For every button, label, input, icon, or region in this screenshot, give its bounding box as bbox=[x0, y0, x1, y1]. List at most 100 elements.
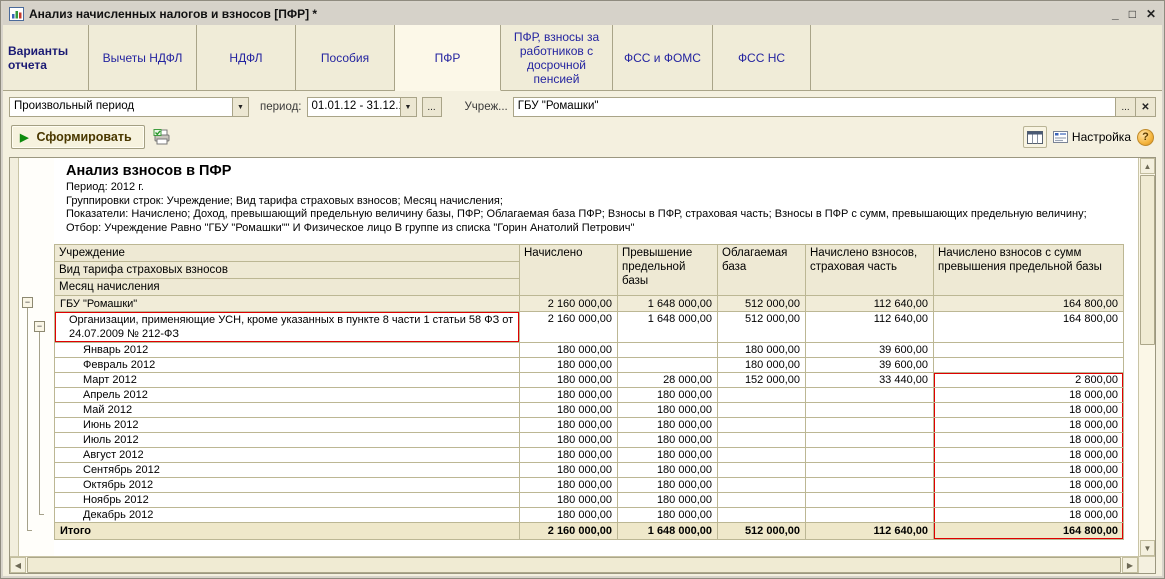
row-value[interactable]: 18 000,00 bbox=[934, 388, 1124, 403]
row-value[interactable] bbox=[718, 478, 806, 493]
row-value[interactable]: 112 640,00 bbox=[806, 296, 934, 312]
horizontal-scrollbar[interactable]: ◀ ▶ bbox=[10, 556, 1138, 573]
row-value[interactable]: 164 800,00 bbox=[934, 312, 1124, 343]
table-row[interactable]: Май 2012180 000,00180 000,0018 000,00 bbox=[55, 403, 1124, 418]
tab-4[interactable]: Пособия bbox=[296, 25, 395, 91]
row-value[interactable] bbox=[718, 508, 806, 523]
row-value[interactable] bbox=[718, 418, 806, 433]
row-value[interactable]: 18 000,00 bbox=[934, 433, 1124, 448]
row-value[interactable] bbox=[934, 358, 1124, 373]
row-value[interactable] bbox=[934, 343, 1124, 358]
tab-5[interactable]: ПФР bbox=[395, 25, 501, 91]
row-value[interactable] bbox=[806, 463, 934, 478]
row-value[interactable]: 1 648 000,00 bbox=[618, 523, 718, 540]
row-label[interactable]: Ноябрь 2012 bbox=[55, 493, 520, 508]
row-value[interactable]: 512 000,00 bbox=[718, 312, 806, 343]
row-value[interactable]: 180 000,00 bbox=[718, 343, 806, 358]
row-value[interactable]: 39 600,00 bbox=[806, 358, 934, 373]
period-more-button[interactable]: ... bbox=[422, 97, 442, 117]
table-row[interactable]: Март 2012180 000,0028 000,00152 000,0033… bbox=[55, 373, 1124, 388]
row-value[interactable]: 180 000,00 bbox=[520, 373, 618, 388]
table-row[interactable]: Октябрь 2012180 000,00180 000,0018 000,0… bbox=[55, 478, 1124, 493]
settings-button[interactable]: Настройка bbox=[1053, 130, 1131, 144]
row-value[interactable]: 2 160 000,00 bbox=[520, 312, 618, 343]
table-row[interactable]: Сентябрь 2012180 000,00180 000,0018 000,… bbox=[55, 463, 1124, 478]
row-label[interactable]: Март 2012 bbox=[55, 373, 520, 388]
row-value[interactable]: 180 000,00 bbox=[520, 478, 618, 493]
row-value[interactable] bbox=[806, 433, 934, 448]
row-value[interactable]: 18 000,00 bbox=[934, 478, 1124, 493]
row-value[interactable] bbox=[718, 448, 806, 463]
row-value[interactable]: 180 000,00 bbox=[618, 493, 718, 508]
tab-7[interactable]: ФСС и ФОМС bbox=[613, 25, 713, 91]
table-row[interactable]: Февраль 2012180 000,00180 000,0039 600,0… bbox=[55, 358, 1124, 373]
collapse-group-button[interactable]: − bbox=[22, 297, 33, 308]
table-row[interactable]: Ноябрь 2012180 000,00180 000,0018 000,00 bbox=[55, 493, 1124, 508]
row-value[interactable]: 180 000,00 bbox=[520, 403, 618, 418]
institution-field[interactable]: ГБУ "Ромашки" bbox=[513, 97, 1116, 117]
row-label[interactable]: Итого bbox=[55, 523, 520, 540]
row-value[interactable]: 180 000,00 bbox=[618, 508, 718, 523]
row-value[interactable]: 18 000,00 bbox=[934, 403, 1124, 418]
row-value[interactable]: 164 800,00 bbox=[934, 296, 1124, 312]
table-row[interactable]: Август 2012180 000,00180 000,0018 000,00 bbox=[55, 448, 1124, 463]
row-value[interactable]: 180 000,00 bbox=[520, 463, 618, 478]
table-row[interactable]: Июнь 2012180 000,00180 000,0018 000,00 bbox=[55, 418, 1124, 433]
row-value[interactable]: 18 000,00 bbox=[934, 508, 1124, 523]
vertical-scroll-thumb[interactable] bbox=[1140, 175, 1155, 345]
scroll-up-icon[interactable]: ▲ bbox=[1140, 158, 1155, 174]
tab-2[interactable]: Вычеты НДФЛ bbox=[89, 25, 197, 91]
row-value[interactable]: 180 000,00 bbox=[520, 448, 618, 463]
row-label[interactable]: Декабрь 2012 bbox=[55, 508, 520, 523]
vertical-scrollbar[interactable]: ▲ ▼ bbox=[1138, 158, 1155, 556]
row-value[interactable]: 180 000,00 bbox=[718, 358, 806, 373]
row-label[interactable]: Февраль 2012 bbox=[55, 358, 520, 373]
chevron-down-icon[interactable]: ▼ bbox=[400, 98, 416, 116]
table-row[interactable]: Июль 2012180 000,00180 000,0018 000,00 bbox=[55, 433, 1124, 448]
tab-8[interactable]: ФСС НС bbox=[713, 25, 811, 91]
row-label[interactable]: Октябрь 2012 bbox=[55, 478, 520, 493]
row-value[interactable] bbox=[806, 448, 934, 463]
row-value[interactable] bbox=[806, 403, 934, 418]
row-value[interactable]: 180 000,00 bbox=[520, 418, 618, 433]
row-value[interactable] bbox=[718, 388, 806, 403]
row-value[interactable]: 2 160 000,00 bbox=[520, 296, 618, 312]
table-row[interactable]: Январь 2012180 000,00180 000,0039 600,00 bbox=[55, 343, 1124, 358]
row-value[interactable]: 18 000,00 bbox=[934, 448, 1124, 463]
row-label[interactable]: Август 2012 bbox=[55, 448, 520, 463]
row-value[interactable]: 180 000,00 bbox=[520, 433, 618, 448]
horizontal-scroll-thumb[interactable] bbox=[27, 557, 1121, 573]
period-type-select[interactable]: Произвольный период ▼ bbox=[9, 97, 249, 117]
row-value[interactable] bbox=[806, 478, 934, 493]
row-value[interactable]: 18 000,00 bbox=[934, 418, 1124, 433]
row-value[interactable]: 164 800,00 bbox=[934, 523, 1124, 540]
row-value[interactable] bbox=[618, 358, 718, 373]
tab-1[interactable]: Варианты отчета bbox=[3, 25, 89, 91]
row-label[interactable]: Сентябрь 2012 bbox=[55, 463, 520, 478]
row-value[interactable]: 2 160 000,00 bbox=[520, 523, 618, 540]
row-value[interactable]: 180 000,00 bbox=[520, 343, 618, 358]
row-value[interactable]: 39 600,00 bbox=[806, 343, 934, 358]
table-row[interactable]: Апрель 2012180 000,00180 000,0018 000,00 bbox=[55, 388, 1124, 403]
row-value[interactable]: 33 440,00 bbox=[806, 373, 934, 388]
row-value[interactable]: 180 000,00 bbox=[520, 508, 618, 523]
close-button[interactable]: ✕ bbox=[1146, 8, 1156, 20]
chevron-down-icon[interactable]: ▼ bbox=[232, 98, 248, 116]
period-range-select[interactable]: 01.01.12 - 31.12.12 ▼ bbox=[307, 97, 417, 117]
row-value[interactable] bbox=[806, 388, 934, 403]
row-label[interactable]: Январь 2012 bbox=[55, 343, 520, 358]
maximize-button[interactable]: □ bbox=[1129, 8, 1136, 20]
scroll-left-icon[interactable]: ◀ bbox=[10, 557, 26, 573]
row-label[interactable]: Июнь 2012 bbox=[55, 418, 520, 433]
help-icon[interactable]: ? bbox=[1137, 129, 1154, 146]
row-value[interactable]: 18 000,00 bbox=[934, 493, 1124, 508]
row-label[interactable]: ГБУ "Ромашки" bbox=[55, 296, 520, 312]
row-value[interactable]: 1 648 000,00 bbox=[618, 312, 718, 343]
row-value[interactable]: 180 000,00 bbox=[618, 418, 718, 433]
row-value[interactable]: 180 000,00 bbox=[618, 433, 718, 448]
scroll-right-icon[interactable]: ▶ bbox=[1122, 557, 1138, 573]
row-value[interactable] bbox=[718, 463, 806, 478]
row-value[interactable]: 180 000,00 bbox=[520, 358, 618, 373]
row-value[interactable] bbox=[806, 418, 934, 433]
row-value[interactable]: 512 000,00 bbox=[718, 296, 806, 312]
